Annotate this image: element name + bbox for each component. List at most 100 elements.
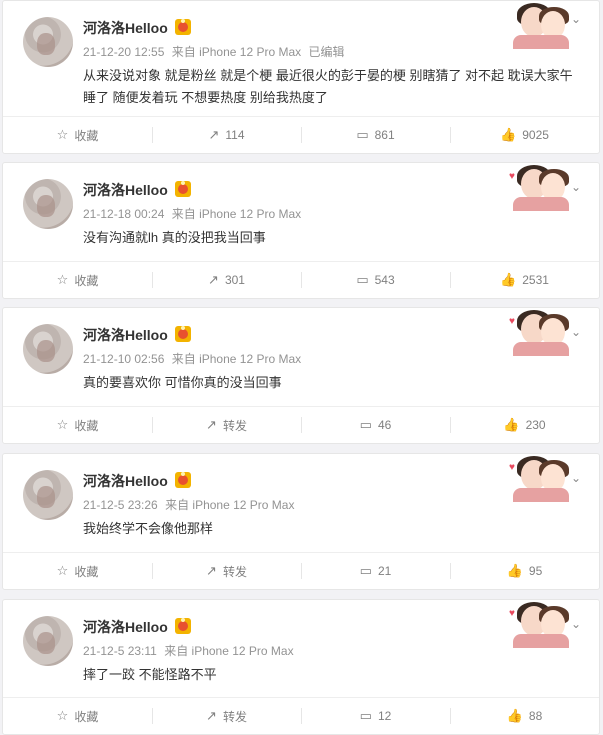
repost-icon: ↗ [206,417,217,432]
username[interactable]: 河洛洛Helloo [83,18,168,38]
post-card: 河洛洛Helloo 21-12-5 23:26 来自 iPhone 12 Pro… [2,453,600,590]
comment-button[interactable]: ▭ 46 [301,407,450,443]
avatar[interactable] [23,17,73,67]
decoration-figure [513,488,569,502]
star-icon: ☆ [56,272,69,287]
post-time[interactable]: 21-12-10 02:56 [83,352,164,366]
post-source: 来自 iPhone 12 Pro Max [171,207,302,221]
thumbs-up-icon: 👍 [506,563,523,578]
username[interactable]: 河洛洛Helloo [83,180,168,200]
post-card: 河洛洛Helloo 21-12-5 23:11 来自 iPhone 12 Pro… [2,599,600,735]
chevron-down-icon[interactable]: ⌄ [571,618,583,630]
collect-button[interactable]: ☆ 收藏 [3,553,152,589]
repost-icon: ↗ [208,127,220,142]
chevron-down-icon[interactable]: ⌄ [571,13,583,25]
comment-button[interactable]: ▭ 12 [301,698,450,734]
repost-button[interactable]: ↗ 转发 [152,407,301,443]
star-icon: ☆ [56,417,69,432]
like-button[interactable]: 👍 95 [450,553,599,589]
repost-label: 转发 [222,709,247,724]
chevron-down-icon[interactable]: ⌄ [571,326,583,338]
decoration-figure [513,342,569,356]
vip-badge-icon[interactable] [175,618,191,634]
avatar[interactable] [23,616,73,666]
username[interactable]: 河洛洛Helloo [83,617,168,637]
comment-button[interactable]: ▭ 861 [301,117,450,153]
collect-label: 收藏 [74,128,99,143]
post-card: 河洛洛Helloo 21-12-18 00:24 来自 iPhone 12 Pr… [2,162,600,299]
collect-button[interactable]: ☆ 收藏 [3,117,152,153]
avatar[interactable] [23,179,73,229]
decoration-figure [513,197,569,211]
post-text: 摔了一跤 不能怪路不平 [83,667,217,682]
thumbs-up-icon: 👍 [500,272,517,287]
like-button[interactable]: 👍 230 [450,407,599,443]
collect-button[interactable]: ☆ 收藏 [3,262,152,298]
collect-label: 收藏 [74,709,99,724]
comment-count: 543 [374,273,395,287]
like-button[interactable]: 👍 9025 [450,117,599,153]
repost-label: 转发 [222,418,247,433]
collect-button[interactable]: ☆ 收藏 [3,698,152,734]
chevron-down-icon[interactable]: ⌄ [571,181,583,193]
like-count: 88 [528,709,543,723]
vip-badge-icon[interactable] [175,19,191,35]
repost-button[interactable]: ↗ 转发 [152,698,301,734]
comment-button[interactable]: ▭ 543 [301,262,450,298]
like-count: 230 [525,418,546,432]
repost-icon: ↗ [208,272,219,287]
action-bar: ☆ 收藏 ↗ 301 ▭ 543 👍 2531 [3,261,599,298]
action-bar: ☆ 收藏 ↗ 转发 ▭ 12 👍 88 [3,697,599,734]
post-meta: 21-12-20 12:55 来自 iPhone 12 Pro Max 已编辑 [83,43,349,60]
comment-icon: ▭ [356,272,369,287]
comment-icon: ▭ [359,563,372,578]
post-meta: 21-12-5 23:11 来自 iPhone 12 Pro Max [83,642,298,659]
like-button[interactable]: 👍 2531 [450,262,599,298]
comment-icon: ▭ [359,708,372,723]
collect-button[interactable]: ☆ 收藏 [3,407,152,443]
thumbs-up-icon: 👍 [506,708,523,723]
chevron-down-icon[interactable]: ⌄ [571,472,583,484]
star-icon: ☆ [56,563,69,578]
post-text: 我始终学不会像他那样 [83,521,214,536]
post-text: 没有沟通就lh 真的没把我当回事 [83,230,266,245]
comment-count: 46 [377,418,392,432]
post-source: 来自 iPhone 12 Pro Max [171,45,302,59]
repost-button[interactable]: ↗ 转发 [152,553,301,589]
repost-icon: ↗ [206,708,217,723]
post-meta: 21-12-18 00:24 来自 iPhone 12 Pro Max [83,205,305,222]
post-time[interactable]: 21-12-20 12:55 [83,45,164,59]
repost-button[interactable]: ↗ 114 [152,117,301,153]
post-source: 来自 iPhone 12 Pro Max [171,352,302,366]
repost-icon: ↗ [206,563,217,578]
vip-badge-icon[interactable] [175,326,191,342]
post-text: 从来没说对象 就是粉丝 就是个梗 最近很火的彭于晏的梗 别瞎猜了 对不起 耽误大… [83,68,573,105]
comment-icon: ▭ [356,127,369,142]
collect-label: 收藏 [74,418,99,433]
like-count: 9025 [522,128,549,142]
comment-count: 12 [377,709,392,723]
comment-icon: ▭ [359,417,372,432]
post-time[interactable]: 21-12-5 23:26 [83,498,158,512]
comment-count: 861 [374,128,395,142]
decoration-figure [513,35,569,49]
username[interactable]: 河洛洛Helloo [83,471,168,491]
username[interactable]: 河洛洛Helloo [83,325,168,345]
vip-badge-icon[interactable] [175,181,191,197]
post-time[interactable]: 21-12-18 00:24 [83,207,164,221]
edited-label[interactable]: 已编辑 [309,45,345,59]
avatar[interactable] [23,470,73,520]
repost-count: 114 [225,128,245,142]
like-button[interactable]: 👍 88 [450,698,599,734]
post-time[interactable]: 21-12-5 23:11 [83,644,157,658]
star-icon: ☆ [56,127,69,142]
post-source: 来自 iPhone 12 Pro Max [164,644,294,658]
repost-button[interactable]: ↗ 301 [152,262,301,298]
heart-icon: ♥ [509,608,515,619]
vip-badge-icon[interactable] [175,472,191,488]
post-source: 来自 iPhone 12 Pro Max [165,498,295,512]
avatar[interactable] [23,324,73,374]
comment-button[interactable]: ▭ 21 [301,553,450,589]
post-meta: 21-12-5 23:26 来自 iPhone 12 Pro Max [83,496,298,513]
star-icon: ☆ [56,708,69,723]
